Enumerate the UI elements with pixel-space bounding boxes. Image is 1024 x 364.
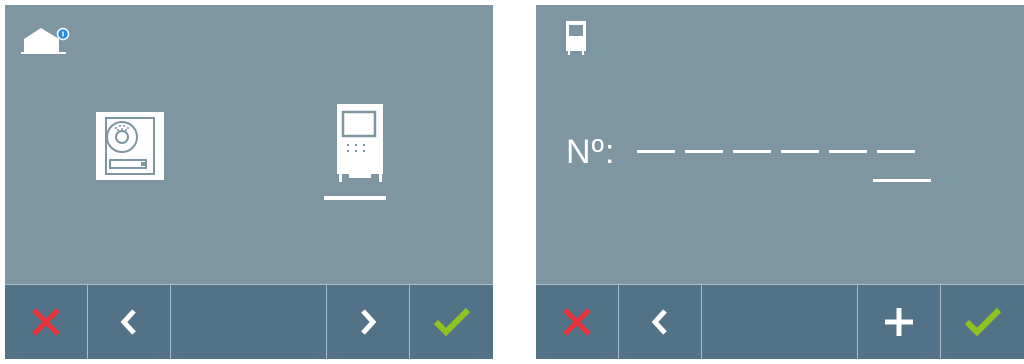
cancel-button[interactable] — [536, 285, 619, 359]
device-select-screen — [5, 5, 493, 359]
active-slot-cursor — [873, 179, 931, 182]
option-door-panel[interactable] — [96, 112, 164, 180]
chevron-left-icon — [120, 309, 136, 335]
selection-underline — [324, 196, 386, 200]
plus-icon — [885, 308, 913, 336]
number-label: Nº: — [566, 133, 616, 171]
digit-slot — [829, 150, 867, 153]
digit-slot — [781, 150, 819, 153]
digit-slot — [685, 150, 723, 153]
footer-spacer — [171, 285, 327, 359]
next-button[interactable] — [327, 285, 410, 359]
number-entry-screen: Nº: — [536, 5, 1024, 359]
digit-slot — [637, 150, 675, 153]
left-footer-toolbar — [5, 284, 493, 359]
chevron-right-icon — [361, 309, 377, 335]
option-indoor-monitor[interactable] — [324, 104, 389, 200]
confirm-button[interactable] — [410, 285, 493, 359]
cancel-x-icon — [32, 308, 60, 336]
digit-slot — [877, 150, 915, 153]
check-icon — [964, 307, 1001, 337]
home-notification-icon — [21, 27, 70, 54]
door-panel-icon — [96, 112, 164, 180]
check-icon — [433, 307, 470, 337]
digit-slot — [733, 150, 771, 153]
cancel-button[interactable] — [5, 285, 88, 359]
indoor-monitor-icon — [566, 21, 586, 55]
previous-button[interactable] — [88, 285, 171, 359]
chevron-left-icon — [651, 309, 667, 335]
cancel-x-icon — [563, 308, 591, 336]
right-footer-toolbar — [536, 284, 1024, 359]
confirm-button[interactable] — [941, 285, 1024, 359]
increment-button[interactable] — [858, 285, 941, 359]
previous-button[interactable] — [619, 285, 702, 359]
indoor-monitor-icon — [337, 104, 383, 182]
footer-spacer — [702, 285, 858, 359]
